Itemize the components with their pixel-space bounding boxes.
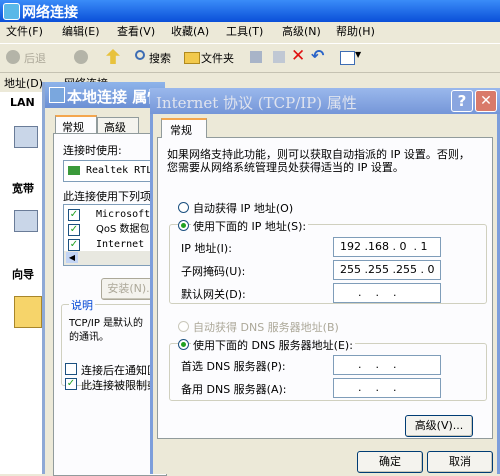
menu-bar: 文件(F) 编辑(E) 查看(V) 收藏(A) 工具(T) 高级(N) 帮助(H… [0,23,500,41]
description-text-1: TCP/IP 是默认的 [69,318,144,329]
help-button[interactable]: ? [451,90,473,112]
auto-ip-radio[interactable] [178,202,189,213]
preferred-dns-value: . . . [358,358,397,371]
intro-text-2: 您需要从网络系统管理员处获得适当的 IP 设置。 [167,161,404,174]
ip-address-label: IP 地址(I): [181,242,232,255]
menu-edit[interactable]: 编辑(E) [62,23,100,41]
description-text-2: 的通讯。 [69,332,109,343]
local-connection-title: 本地连接 属性 [67,88,163,106]
advanced-button[interactable]: 高级(V)... [405,415,473,437]
broadband-computer-icon[interactable] [14,210,38,232]
task-pane [0,92,44,474]
menu-file[interactable]: 文件(F) [6,23,43,41]
manual-dns-radio[interactable] [178,339,189,350]
network-folder-icon [3,3,20,20]
menu-favorites[interactable]: 收藏(A) [171,23,209,41]
connect-using-label: 连接时使用: [63,144,122,157]
item-microsoft-checkbox[interactable]: ✓ [68,209,80,221]
alternate-dns-field[interactable]: . . . [333,378,441,398]
network-connections-title: 网络连接 [22,5,78,21]
local-connection-icon [49,87,65,103]
gateway-field[interactable]: . . . [333,283,441,303]
tab-general[interactable]: 常规 [55,115,97,135]
gateway-value: . . . [358,286,397,299]
local-connection-titlebar[interactable]: 本地连接 属性 [45,82,165,108]
toolbar: 后退 搜索 文件夹 ✕ ↶ ▼ [0,43,500,73]
help-icon: ? [457,92,467,110]
side-lan-header: LAN [10,96,35,109]
item-qos-checkbox[interactable]: ✓ [68,224,80,236]
search-button-label[interactable]: 搜索 [149,50,171,66]
close-button[interactable]: ✕ [475,90,497,112]
auto-dns-label[interactable]: 自动获得 DNS 服务器地址(B) [193,319,339,335]
tcpip-dialog: Internet 协议 (TCP/IP) 属性 ? ✕ 常规 如果网络支持此功能… [150,88,500,474]
menu-help[interactable]: 帮助(H) [336,23,375,41]
manual-ip-label[interactable]: 使用下面的 IP 地址(S): [191,218,309,234]
manual-ip-radio[interactable] [178,220,189,231]
description-group-label: 说明 [69,297,95,313]
back-button-label[interactable]: 后退 [24,50,46,66]
alternate-dns-value: . . . [358,381,397,394]
notify-checkbox[interactable] [65,363,77,375]
folders-button-label[interactable]: 文件夹 [201,50,234,66]
search-icon[interactable] [135,50,145,60]
network-connections-titlebar[interactable]: 网络连接 [0,0,500,22]
item-tcpip-checkbox[interactable]: ✓ [68,239,80,251]
close-icon: ✕ [480,93,492,109]
local-connection-dialog: 本地连接 属性 常规 高级 连接时使用: Realtek RTL 此连接使用下列… [42,82,173,476]
tab-tcpip-general[interactable]: 常规 [161,118,207,138]
up-folder-icon[interactable] [106,49,120,64]
adapter-name: Realtek RTL [86,165,153,176]
menu-view[interactable]: 查看(V) [117,23,155,41]
copy-to-icon[interactable] [273,51,285,63]
folders-icon[interactable] [184,52,200,64]
ip-address-value: 192 .168 . 0 . 1 [340,240,428,253]
lan-computer-icon[interactable] [14,126,38,148]
notify-label[interactable]: 连接后在通知区 [81,362,158,378]
back-arrow-icon[interactable] [6,50,20,64]
network-adapter-icon [68,166,80,175]
auto-ip-label[interactable]: 自动获得 IP 地址(O) [193,200,293,216]
gateway-label: 默认网关(D): [181,288,246,301]
ok-button[interactable]: 确定 [357,451,423,473]
menu-tools[interactable]: 工具(T) [226,23,263,41]
forward-arrow-icon[interactable] [74,50,88,64]
preferred-dns-label: 首选 DNS 服务器(P): [181,360,286,373]
manual-dns-label[interactable]: 使用下面的 DNS 服务器地址(E): [191,337,355,353]
scroll-left-icon[interactable]: ◀ [66,252,78,263]
side-broadband-header: 宽带 [12,182,34,195]
preferred-dns-field[interactable]: . . . [333,355,441,375]
undo-icon[interactable]: ↶ [311,46,324,65]
subnet-mask-field[interactable]: 255 .255 .255 . 0 [333,260,441,280]
tab-tcpip-general-label: 常规 [170,124,192,137]
delete-icon[interactable]: ✕ [291,46,305,66]
items-label: 此连接使用下列项 [63,190,151,203]
subnet-mask-label: 子网掩码(U): [181,265,246,278]
address-label: 地址(D) [4,77,44,90]
limit-label[interactable]: 此连接被限制或 [81,377,158,393]
side-wizard-header: 向导 [12,268,34,281]
wizard-icon[interactable] [14,296,42,328]
auto-dns-radio[interactable] [178,321,189,332]
move-to-icon[interactable] [250,51,262,63]
views-icon[interactable] [340,51,355,65]
views-dropdown-icon[interactable]: ▼ [355,50,361,59]
tcpip-title: Internet 协议 (TCP/IP) 属性 [156,94,357,112]
tcpip-titlebar[interactable]: Internet 协议 (TCP/IP) 属性 ? ✕ [150,88,500,114]
alternate-dns-label: 备用 DNS 服务器(A): [181,383,287,396]
limit-checkbox[interactable]: ✓ [65,378,77,390]
cancel-button[interactable]: 取消 [427,451,493,473]
subnet-mask-value: 255 .255 .255 . 0 [340,263,435,276]
menu-advanced[interactable]: 高级(N) [282,23,321,41]
ip-address-field[interactable]: 192 .168 . 0 . 1 [333,237,441,257]
tab-advanced[interactable]: 高级 [97,117,139,134]
